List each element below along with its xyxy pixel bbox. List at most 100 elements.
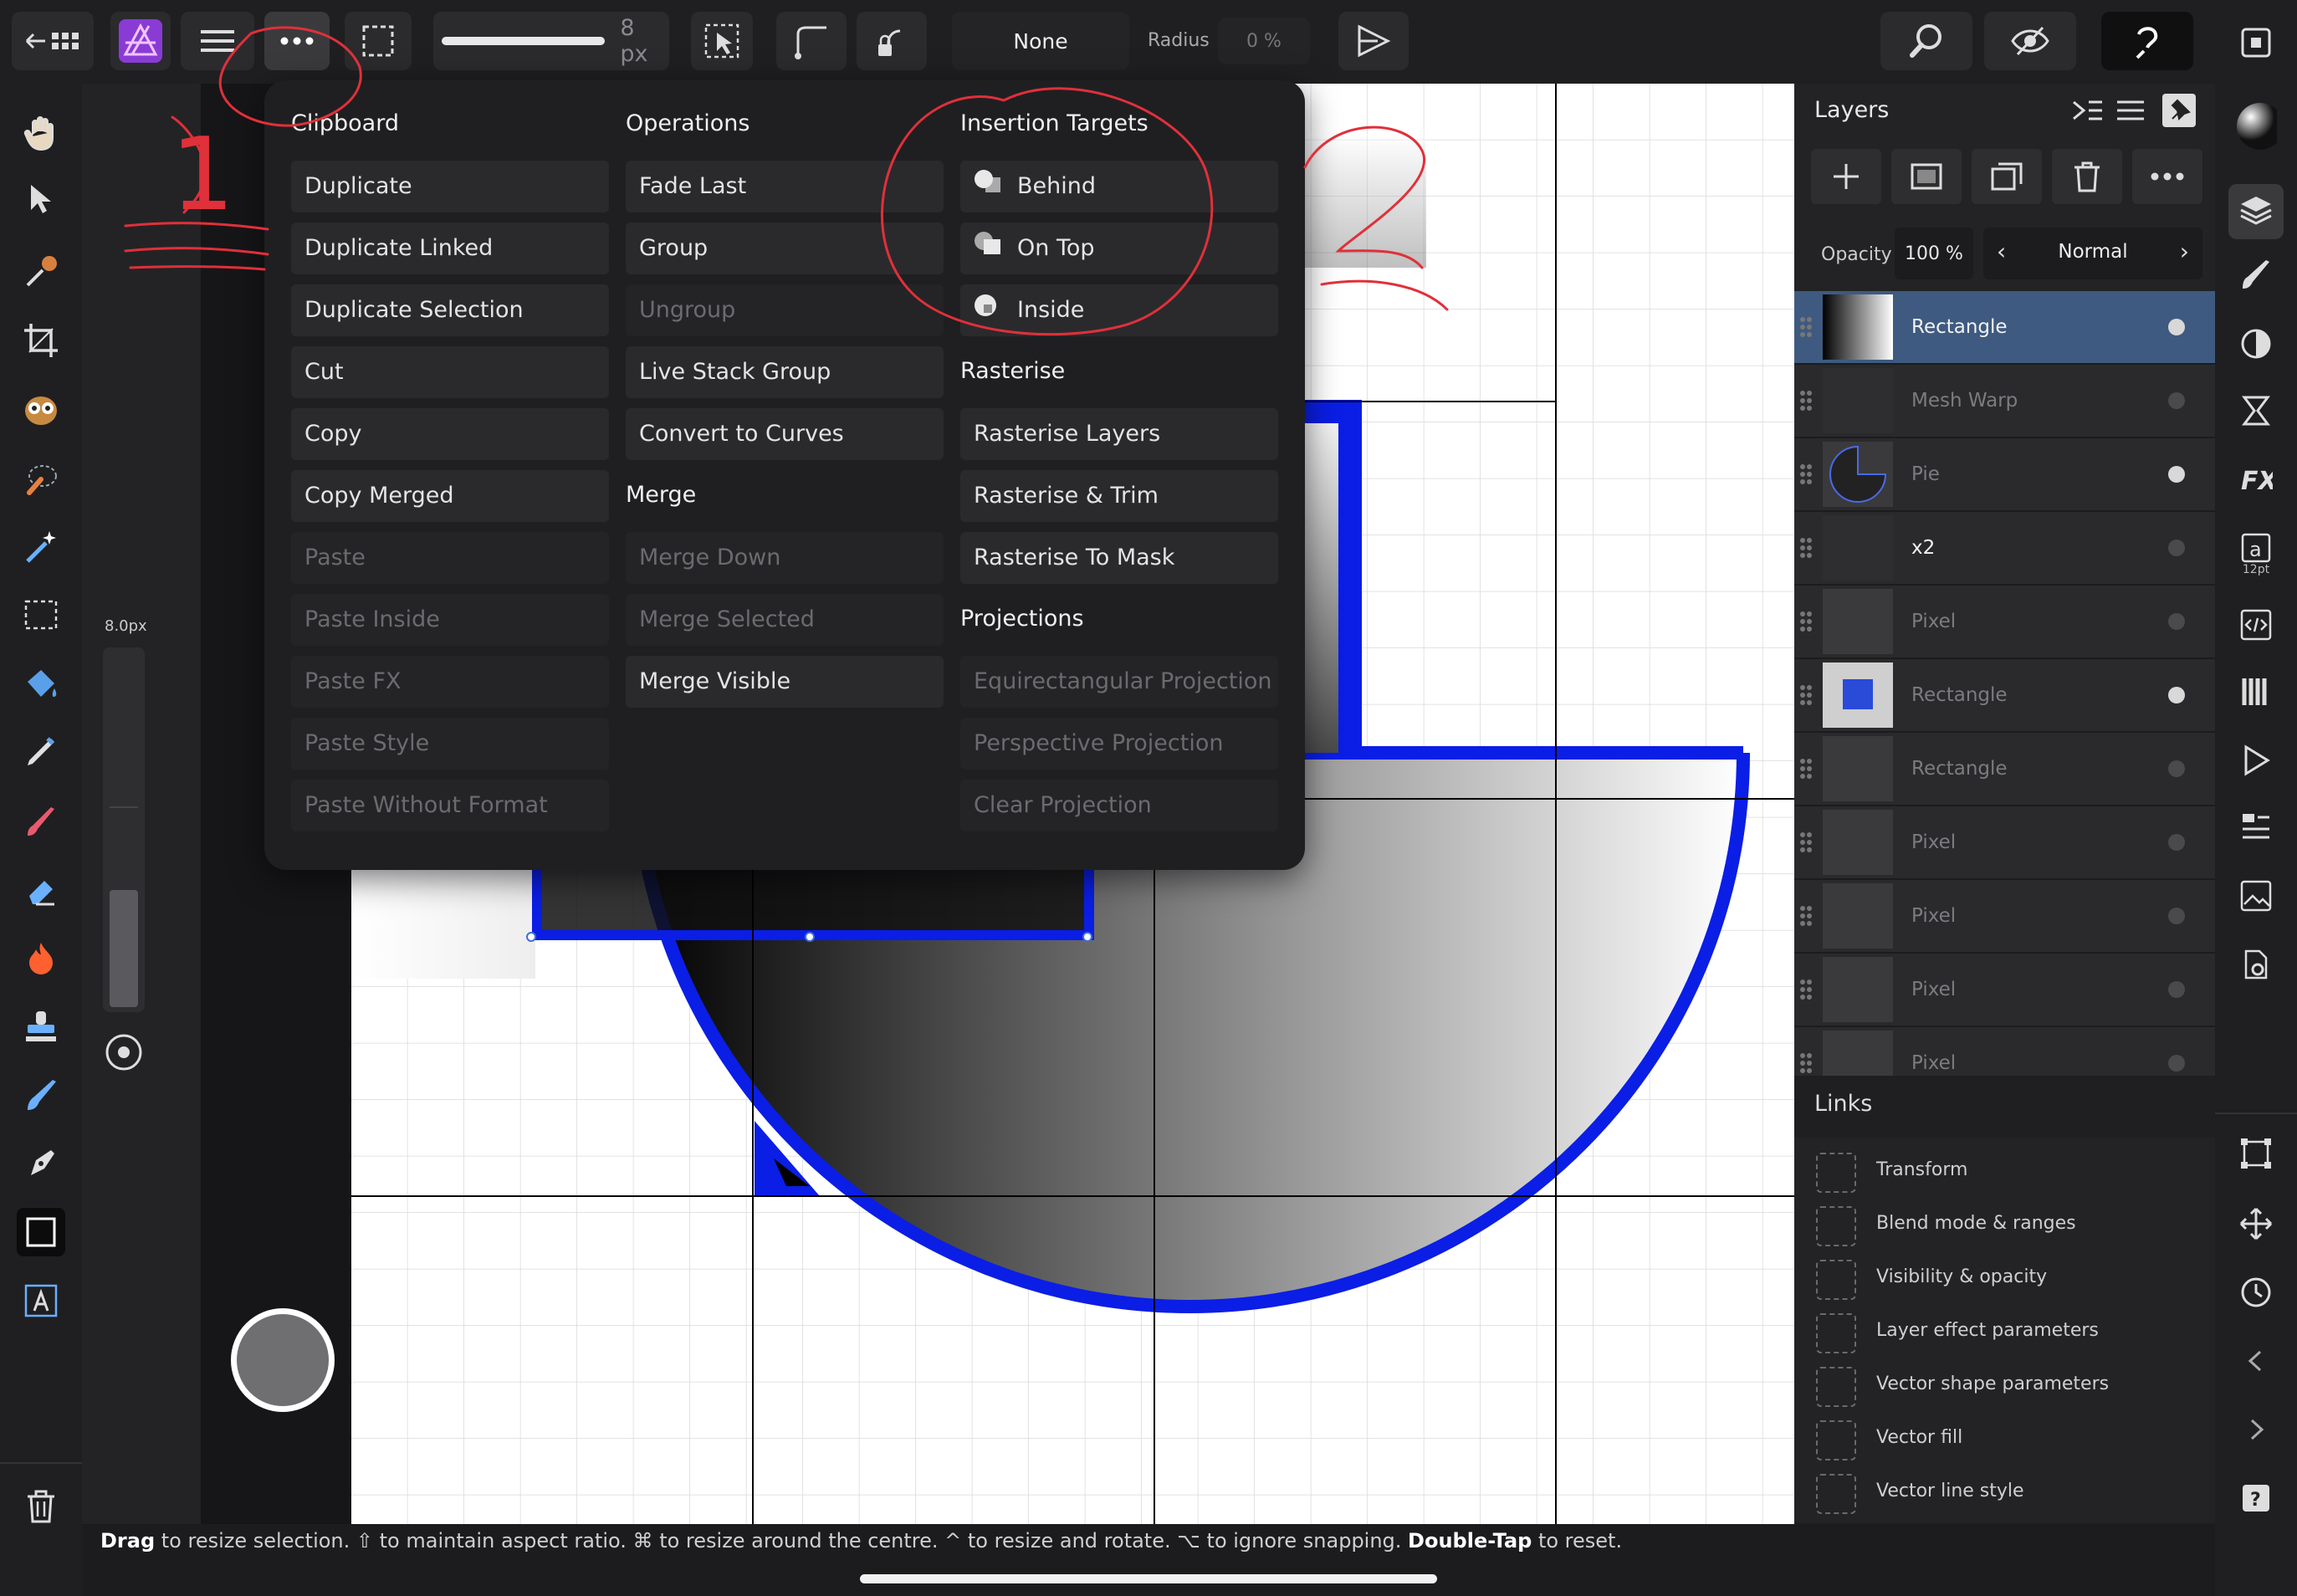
pixel-brush-tool[interactable] <box>17 728 65 776</box>
menu-item-duplicate[interactable]: Duplicate <box>291 161 609 212</box>
navigator-studio-button[interactable] <box>2235 806 2277 848</box>
duplicate-layer-button[interactable] <box>1972 149 2042 204</box>
layer-visibility-toggle[interactable] <box>2168 392 2185 409</box>
layer-visibility-toggle[interactable] <box>2168 466 2185 483</box>
menu-item-merge-visible[interactable]: Merge Visible <box>626 656 944 708</box>
flood-fill-tool[interactable] <box>17 659 65 708</box>
selection-brush-tool[interactable] <box>17 453 65 502</box>
layers-menu-button[interactable] <box>2114 94 2147 127</box>
move-tool[interactable] <box>17 174 65 223</box>
fx-studio-button[interactable]: FX <box>2235 458 2277 500</box>
rectangle-tool[interactable] <box>17 1208 65 1256</box>
corner-type-select[interactable]: None <box>952 12 1129 70</box>
link-checkbox[interactable] <box>1816 1260 1856 1300</box>
clone-tool[interactable] <box>17 1002 65 1051</box>
select-node-button[interactable] <box>691 12 753 70</box>
layers-expand-button[interactable] <box>2070 94 2104 127</box>
brushes-studio-button[interactable] <box>2235 254 2277 296</box>
zoom-button[interactable] <box>1880 12 1972 70</box>
menu-item-group[interactable]: Group <box>626 223 944 274</box>
layer-visibility-toggle[interactable] <box>2168 687 2185 703</box>
layer-row[interactable]: Rectangle <box>1794 291 2215 365</box>
crop-tool[interactable] <box>17 316 65 365</box>
sidebar-toggle-button[interactable] <box>2235 22 2277 64</box>
blend-mode-select[interactable]: ‹ Normal › <box>1983 228 2202 279</box>
size-slider[interactable] <box>103 647 145 1012</box>
adjustments-studio-button[interactable] <box>2235 323 2277 365</box>
menu-item-on-top[interactable]: On Top <box>960 223 1278 274</box>
layer-visibility-toggle[interactable] <box>2168 319 2185 335</box>
collapse-left-button[interactable] <box>2235 1340 2277 1382</box>
convert-smooth-button[interactable] <box>776 12 847 70</box>
transform-studio-button[interactable] <box>2235 1133 2277 1174</box>
view-preview-button[interactable] <box>1984 12 2076 70</box>
layer-visibility-toggle[interactable] <box>2168 834 2185 851</box>
link-checkbox[interactable] <box>1816 1474 1856 1514</box>
layer-visibility-toggle[interactable] <box>2168 981 2185 998</box>
layer-visibility-toggle[interactable] <box>2168 908 2185 924</box>
menu-item-convert-to-curves[interactable]: Convert to Curves <box>626 408 944 460</box>
menu-item-duplicate-linked[interactable]: Duplicate Linked <box>291 223 609 274</box>
link-checkbox[interactable] <box>1816 1153 1856 1193</box>
view-tool[interactable] <box>17 109 65 157</box>
opacity-field[interactable]: 100 % <box>1895 228 1973 279</box>
back-to-gallery-button[interactable] <box>12 12 94 70</box>
layer-grip-icon[interactable] <box>1799 1052 1814 1074</box>
radius-field[interactable]: 0 % <box>1218 18 1310 64</box>
menu-item-fade-last[interactable]: Fade Last <box>626 161 944 212</box>
link-checkbox[interactable] <box>1816 1367 1856 1407</box>
layer-row[interactable]: Pixel <box>1794 954 2215 1027</box>
color-picker-tool[interactable] <box>17 248 65 296</box>
history-studio-button[interactable] <box>2235 739 2277 781</box>
menu-item-copy[interactable]: Copy <box>291 408 609 460</box>
layer-row[interactable]: Pie <box>1794 438 2215 512</box>
layer-visibility-toggle[interactable] <box>2168 760 2185 777</box>
layer-grip-icon[interactable] <box>1799 316 1814 338</box>
app-persona-button[interactable] <box>110 12 171 70</box>
settings-studio-button[interactable] <box>2235 944 2277 985</box>
layer-row[interactable]: Pixel <box>1794 806 2215 880</box>
colour-studio-button[interactable] <box>2235 103 2277 150</box>
pin-panel-button[interactable] <box>2162 94 2196 127</box>
layer-row[interactable]: Pixel <box>1794 880 2215 954</box>
text-styles-studio-button[interactable]: a 12pt <box>2235 525 2277 584</box>
colour-well[interactable] <box>231 1308 335 1412</box>
live-filters-studio-button[interactable] <box>2235 390 2277 432</box>
history-button[interactable] <box>2235 1271 2277 1313</box>
layer-grip-icon[interactable] <box>1799 611 1814 632</box>
brush-preview-button[interactable] <box>104 1032 144 1072</box>
menu-item-duplicate-selection[interactable]: Duplicate Selection <box>291 284 609 336</box>
move-nudge-button[interactable] <box>2235 1203 2277 1245</box>
delete-layer-button[interactable] <box>2052 149 2122 204</box>
layer-grip-icon[interactable] <box>1799 463 1814 485</box>
stock-studio-button[interactable] <box>2235 875 2277 917</box>
text-tool[interactable] <box>17 1276 65 1325</box>
magic-wand-tool[interactable] <box>17 522 65 570</box>
swatches-studio-button[interactable] <box>2235 671 2277 713</box>
layer-grip-icon[interactable] <box>1799 831 1814 853</box>
slider-handle[interactable] <box>110 890 138 1007</box>
menu-item-rasterise-layers[interactable]: Rasterise Layers <box>960 408 1278 460</box>
menu-item-copy-merged[interactable]: Copy Merged <box>291 470 609 522</box>
link-checkbox[interactable] <box>1816 1420 1856 1460</box>
layer-row[interactable]: Rectangle <box>1794 733 2215 806</box>
help-button[interactable] <box>2101 12 2193 70</box>
help-tips-button[interactable]: ? <box>2235 1477 2277 1519</box>
layer-grip-icon[interactable] <box>1799 758 1814 780</box>
filter-layer-icon[interactable] <box>1799 537 1814 559</box>
layer-row[interactable]: x2 <box>1794 512 2215 586</box>
menu-item-behind[interactable]: Behind <box>960 161 1278 212</box>
blend-next-icon[interactable]: › <box>2180 238 2189 265</box>
delete-button[interactable] <box>17 1482 65 1531</box>
collapse-right-button[interactable] <box>2235 1409 2277 1450</box>
selection-mode-button[interactable] <box>345 12 412 70</box>
layer-visibility-toggle[interactable] <box>2168 540 2185 556</box>
menu-item-live-stack-group[interactable]: Live Stack Group <box>626 346 944 398</box>
paint-brush-tool[interactable] <box>17 796 65 845</box>
layer-row[interactable]: Pixel <box>1794 586 2215 659</box>
more-options-button[interactable] <box>264 12 330 70</box>
macros-studio-button[interactable] <box>2235 604 2277 646</box>
menu-item-rasterise-and-trim[interactable]: Rasterise & Trim <box>960 470 1278 522</box>
link-checkbox[interactable] <box>1816 1313 1856 1353</box>
layer-grip-icon[interactable] <box>1799 979 1814 1000</box>
